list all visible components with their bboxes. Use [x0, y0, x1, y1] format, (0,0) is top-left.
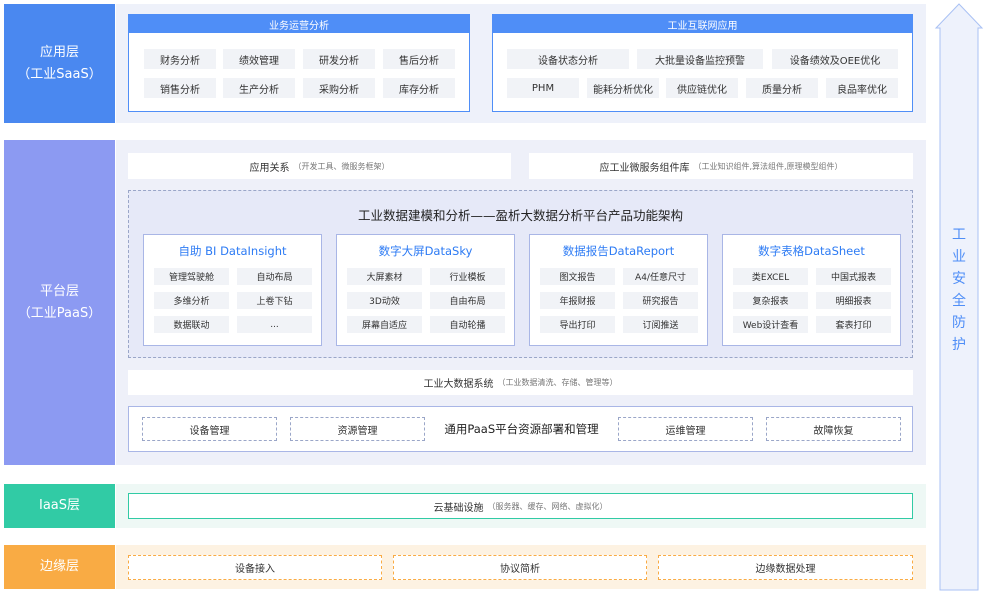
layer-app-name: 应用层 [39, 44, 79, 60]
product-item: 数据联动 [154, 316, 229, 333]
product-item: 明细报表 [816, 292, 891, 309]
industrial-item-supply: 供应链优化 [666, 78, 738, 98]
business-item-aftersale: 售后分析 [383, 49, 455, 69]
product-item: 自由布局 [430, 292, 505, 309]
industrial-item-yield: 良品率优化 [826, 78, 898, 98]
product-card-datainsight: 自助 BI DataInsight 管理驾驶舱 自动布局 多维分析 上卷下钻 数… [143, 234, 322, 346]
micro-service-box: 应工业微服务组件库 （工业知识组件,算法组件,原理模型组件） [529, 153, 913, 179]
layer-iaas-name: IaaS层 [38, 498, 81, 513]
business-item-purchase: 采购分析 [303, 78, 375, 98]
app-band: 业务运营分析 财务分析 绩效管理 研发分析 售后分析 销售分析 生产分析 采购分… [116, 4, 926, 123]
product-item: 多维分析 [154, 292, 229, 309]
product-title-datasky: 数字大屏DataSky [378, 244, 473, 258]
product-item: A4/任意尺寸 [623, 268, 698, 285]
layer-label-edge: 边缘层 [4, 545, 115, 589]
security-char: 防 [952, 315, 966, 331]
product-card-datareport: 数据报告DataReport 图文报告 A4/任意尺寸 年报财报 研究报告 导出… [529, 234, 708, 346]
big-data-label: 工业大数据系统 [423, 379, 494, 390]
paas-item-recovery: 故障恢复 [766, 417, 901, 441]
product-item: 套表打印 [816, 316, 891, 333]
product-item: 屏幕自适应 [347, 316, 422, 333]
product-item: 自动轮播 [430, 316, 505, 333]
micro-service-note: （工业知识组件,算法组件,原理模型组件） [693, 161, 843, 171]
product-item: Web设计查看 [733, 316, 808, 333]
product-card-datasky: 数字大屏DataSky 大屏素材 行业模板 3D动效 自由布局 屏幕自适应 自动… [336, 234, 515, 346]
product-item: 3D动效 [347, 292, 422, 309]
security-char: 业 [952, 249, 966, 265]
product-item: 导出打印 [540, 316, 615, 333]
product-item: 上卷下钻 [237, 292, 312, 309]
app-relation-box: 应用关系 （开发工具、微服务框架） [128, 153, 511, 179]
industrial-item-quality: 质量分析 [746, 78, 818, 98]
product-item: 图文报告 [540, 268, 615, 285]
product-title-datasheet: 数字表格DataSheet [758, 244, 865, 258]
iaas-band: 云基础设施 （服务器、缓存、网络、虚拟化） [116, 484, 926, 528]
business-item-finance: 财务分析 [144, 49, 216, 69]
architecture-panel: 工业数据建模和分析——盈析大数据分析平台产品功能架构 自助 BI DataIns… [128, 190, 913, 358]
security-char: 护 [952, 337, 966, 353]
product-item: 研究报告 [623, 292, 698, 309]
architecture-title: 工业数据建模和分析——盈析大数据分析平台产品功能架构 [357, 208, 683, 223]
industrial-app-title: 工业互联网应用 [493, 15, 912, 33]
paas-center-title: 通用PaaS平台资源部署和管理 [444, 422, 599, 436]
edge-item-protocol: 协议简析 [393, 555, 647, 580]
business-item-performance: 绩效管理 [223, 49, 295, 69]
industrial-item-phm: PHM [507, 78, 579, 98]
layer-app-sub: （工业SaaS） [17, 66, 102, 82]
big-data-system-box: 工业大数据系统 （工业数据清洗、存储、管理等） [128, 370, 913, 395]
product-title-datareport: 数据报告DataReport [562, 244, 675, 258]
cloud-infra-label: 云基础设施 [433, 502, 484, 514]
big-data-note: （工业数据清洗、存储、管理等） [497, 378, 618, 387]
app-relation-note: （开发工具、微服务框架） [293, 161, 390, 171]
product-item: 年报财报 [540, 292, 615, 309]
paas-panel: 设备管理 资源管理 通用PaaS平台资源部署和管理 运维管理 故障恢复 [128, 406, 913, 452]
cloud-infra-note: （服务器、缓存、网络、虚拟化） [487, 501, 608, 511]
product-item: 自动布局 [237, 268, 312, 285]
platform-band: 应用关系 （开发工具、微服务框架） 应工业微服务组件库 （工业知识组件,算法组件… [116, 140, 926, 465]
product-item: 行业模板 [430, 268, 505, 285]
product-item: 大屏素材 [347, 268, 422, 285]
business-item-rd: 研发分析 [303, 49, 375, 69]
cloud-infra-box: 云基础设施 （服务器、缓存、网络、虚拟化） [128, 493, 913, 519]
security-char: 工 [952, 227, 966, 243]
edge-band: 设备接入 协议简析 边缘数据处理 [116, 545, 926, 589]
security-char: 安 [952, 271, 966, 287]
industrial-item-status: 设备状态分析 [507, 49, 629, 69]
industrial-app-panel: 工业互联网应用 设备状态分析 大批量设备监控预警 设备绩效及OEE优化 PHM … [492, 14, 913, 112]
business-analysis-panel: 业务运营分析 财务分析 绩效管理 研发分析 售后分析 销售分析 生产分析 采购分… [128, 14, 470, 112]
layer-edge-name: 边缘层 [39, 559, 79, 574]
product-item: 管理驾驶舱 [154, 268, 229, 285]
layer-label-platform: 平台层 （工业PaaS） [4, 140, 115, 465]
paas-item-resource: 资源管理 [290, 417, 425, 441]
app-relation-label: 应用关系 [249, 162, 290, 174]
security-char: 全 [952, 293, 966, 309]
product-item: 订阅推送 [623, 316, 698, 333]
layer-platform-name: 平台层 [39, 283, 79, 299]
industrial-item-oee: 设备绩效及OEE优化 [772, 49, 898, 69]
paas-item-ops: 运维管理 [618, 417, 753, 441]
industrial-item-monitor: 大批量设备监控预警 [637, 49, 763, 69]
layer-platform-sub: （工业PaaS） [17, 305, 102, 321]
paas-item-device: 设备管理 [142, 417, 277, 441]
business-item-production: 生产分析 [223, 78, 295, 98]
product-item: 类EXCEL [733, 268, 808, 285]
product-item: ... [237, 316, 312, 333]
edge-item-processing: 边缘数据处理 [658, 555, 913, 580]
business-analysis-title: 业务运营分析 [129, 15, 469, 33]
micro-service-label: 应工业微服务组件库 [599, 162, 690, 174]
edge-item-access: 设备接入 [128, 555, 382, 580]
product-item: 中国式报表 [816, 268, 891, 285]
security-label: 工 业 安 全 防 护 [950, 224, 968, 356]
layer-label-iaas: IaaS层 [4, 484, 115, 528]
product-item: 复杂报表 [733, 292, 808, 309]
product-title-datainsight: 自助 BI DataInsight [178, 244, 287, 258]
industrial-item-energy: 能耗分析优化 [587, 78, 659, 98]
product-card-datasheet: 数字表格DataSheet 类EXCEL 中国式报表 复杂报表 明细报表 Web… [722, 234, 901, 346]
layer-label-app: 应用层 （工业SaaS） [4, 4, 115, 123]
business-item-sales: 销售分析 [144, 78, 216, 98]
business-item-inventory: 库存分析 [383, 78, 455, 98]
